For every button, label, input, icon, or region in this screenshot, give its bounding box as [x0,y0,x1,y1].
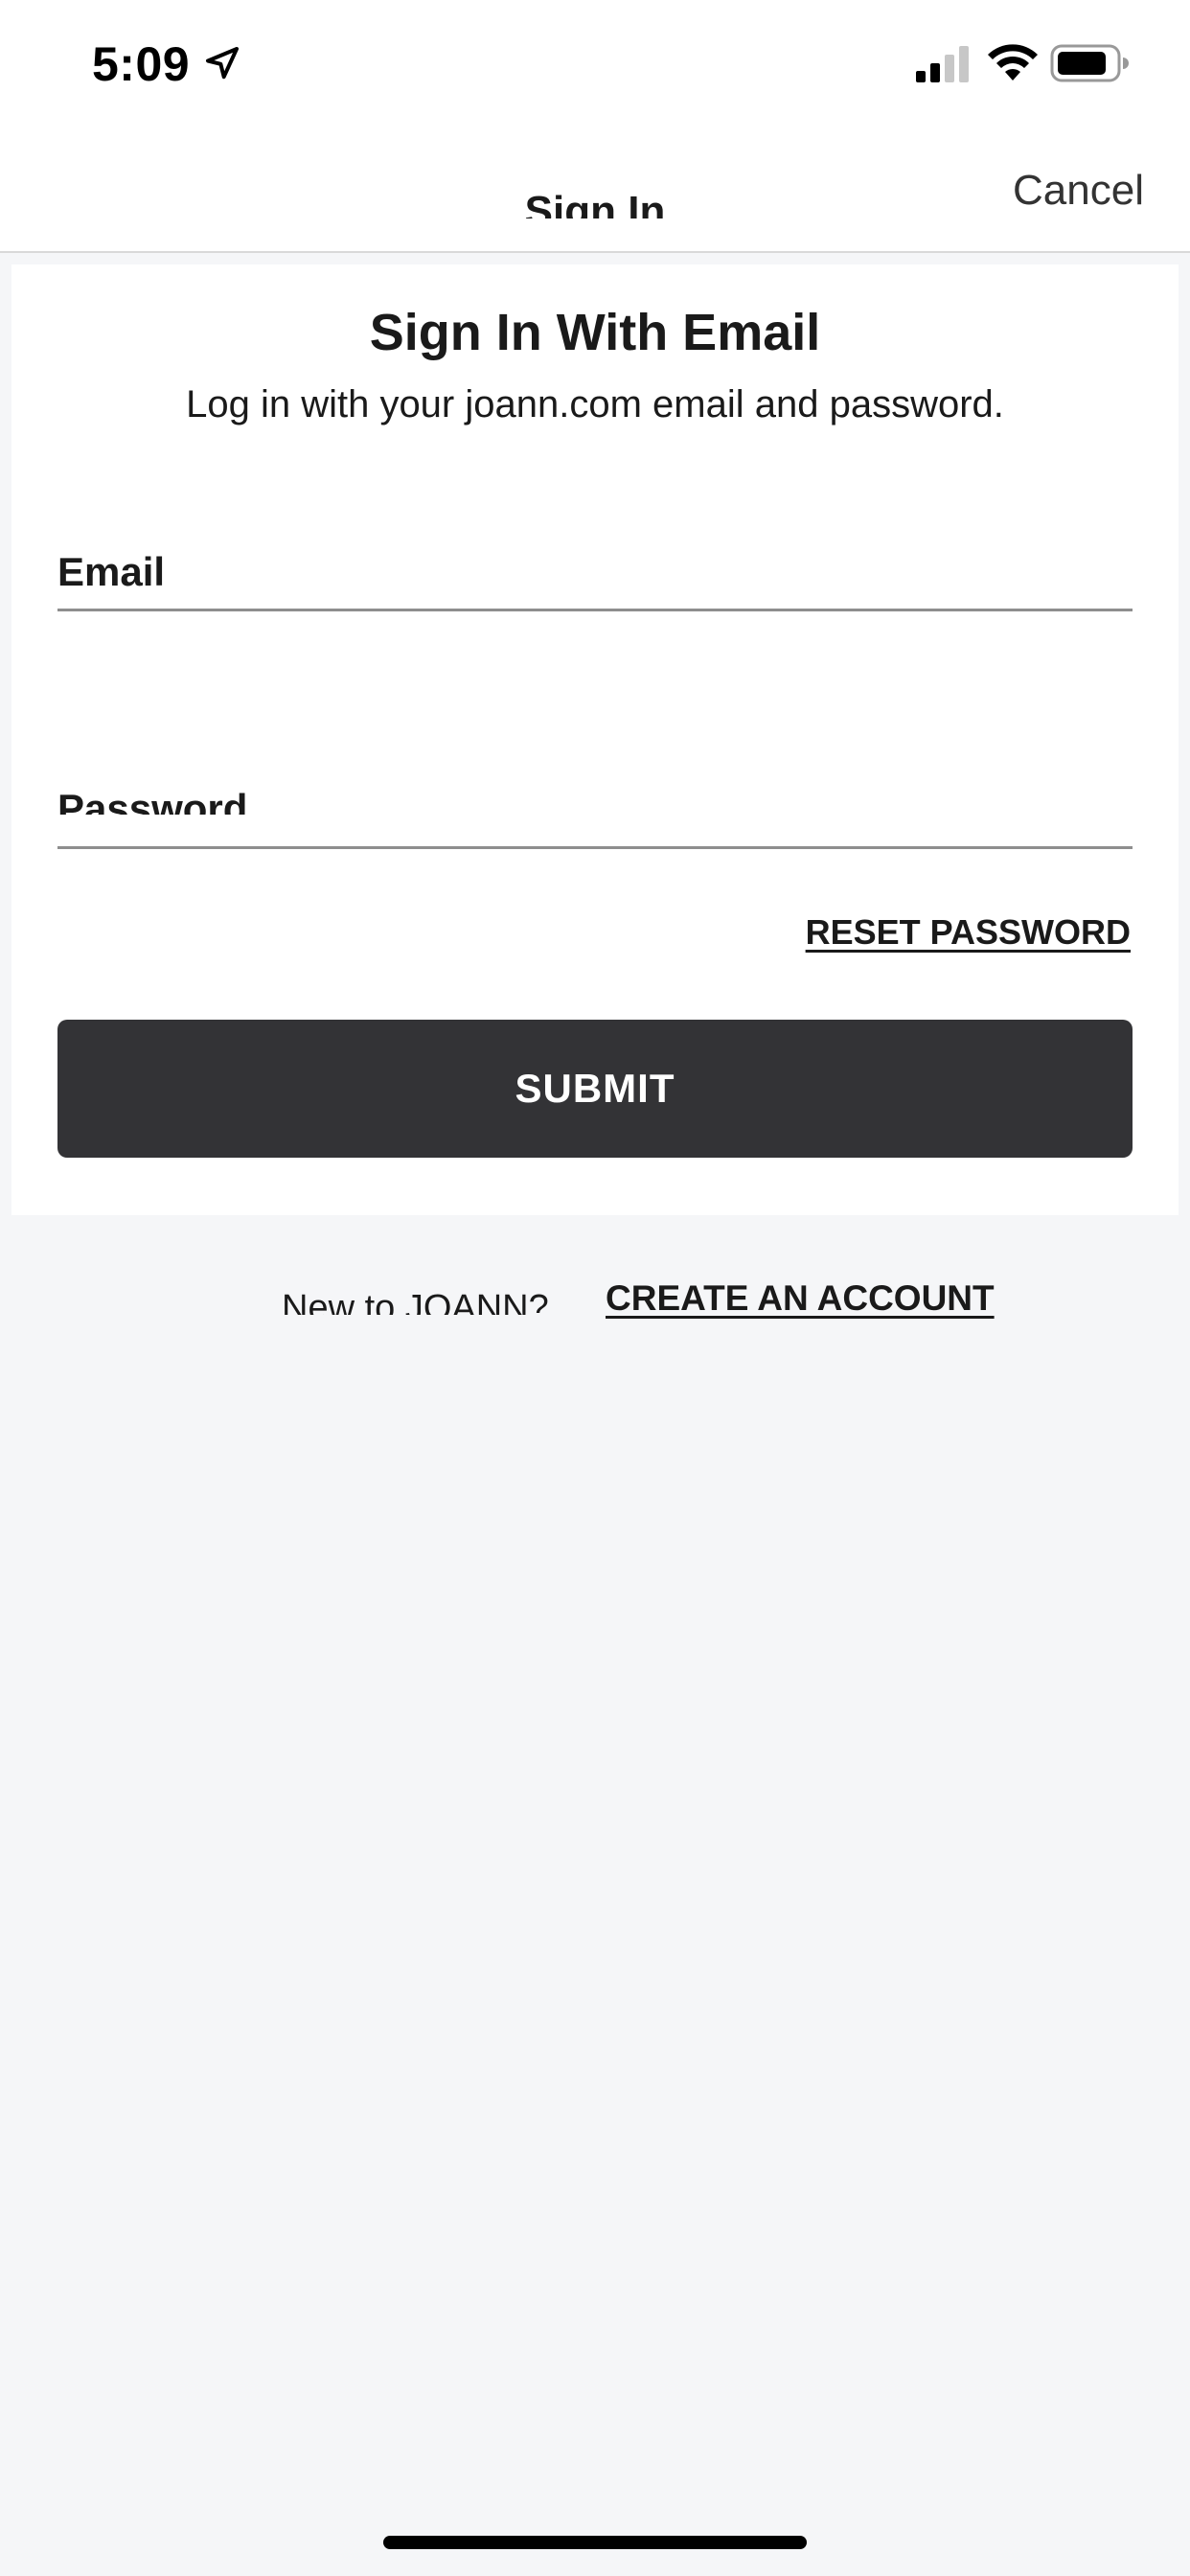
nav-title: Sign In [524,188,666,218]
sign-in-screen: 5:09 Sign In Cancel Sign In With Email L… [0,0,1190,2576]
signal-icon [916,46,969,82]
location-arrow-icon [206,47,239,80]
reset-password-link[interactable]: RESET PASSWORD [806,912,1131,953]
email-field[interactable]: Email [57,539,1133,611]
battery-icon [1050,44,1129,82]
password-label-container: Password [57,763,441,815]
password-label: Password [57,786,248,815]
email-label: Email [57,549,166,594]
status-bar: 5:09 [0,0,1190,126]
cancel-button[interactable]: Cancel [1013,167,1144,215]
nav-title-container: Sign In [479,155,711,218]
submit-button[interactable]: SUBMIT [57,1020,1133,1158]
new-to-text: New to JOANN? [282,1288,549,1315]
status-time: 5:09 [92,37,191,91]
password-field[interactable]: Password [57,763,1133,849]
home-indicator [383,2536,807,2549]
card-title: Sign In With Email [369,304,821,361]
card-subtitle: Log in with your joann.com email and pas… [186,383,1004,426]
wifi-icon [988,44,1038,80]
new-to-container: New to JOANN? [282,1273,588,1315]
nav-bar: Sign In Cancel [0,126,1190,253]
create-account-link[interactable]: CREATE AN ACCOUNT [606,1278,995,1319]
sign-in-card: Sign In With Email Log in with your joan… [11,264,1179,1215]
